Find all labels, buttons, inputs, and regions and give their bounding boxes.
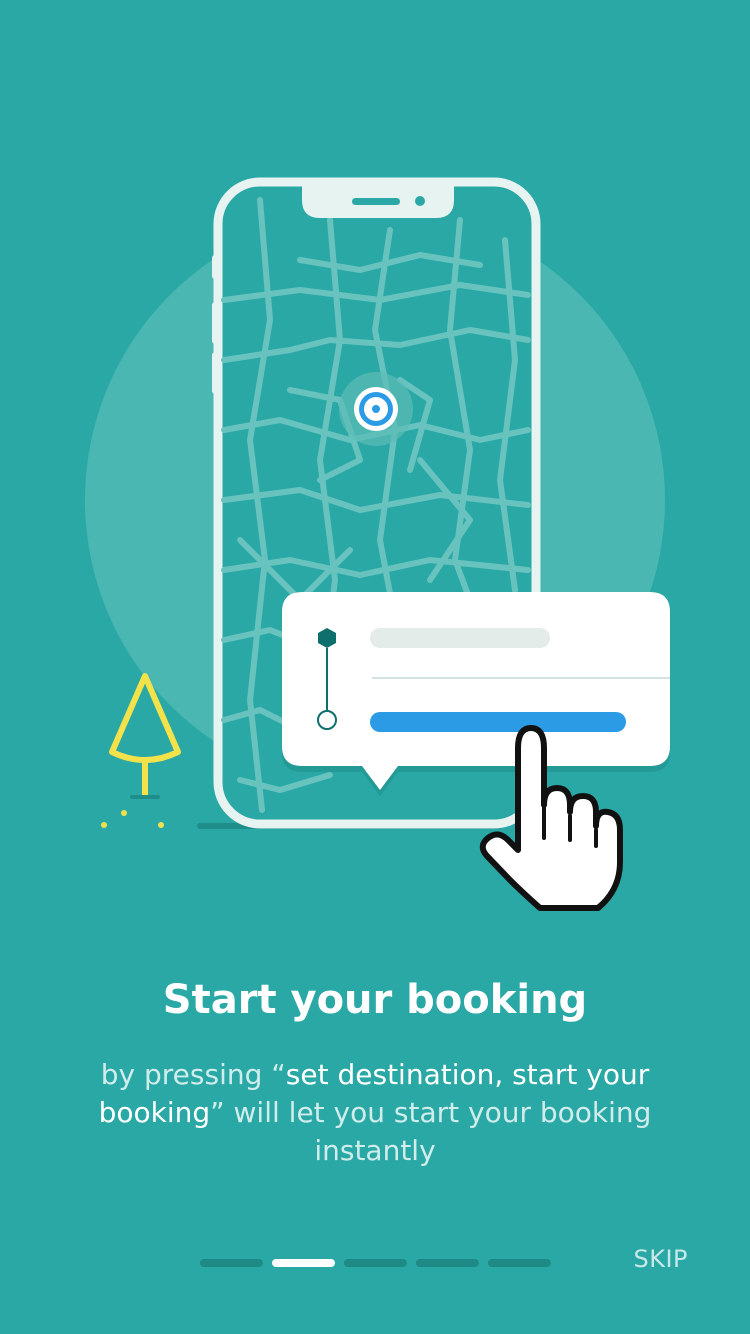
description-prefix: by pressing “ [100, 1058, 286, 1091]
skip-button[interactable]: SKIP [633, 1245, 688, 1273]
page-indicator [200, 1259, 551, 1267]
onboarding-screen: Start your booking by pressing “set dest… [0, 0, 750, 1334]
page-dot-4[interactable] [416, 1259, 479, 1267]
destination-field [370, 712, 626, 732]
description-suffix: ” will let you start your booking instan… [210, 1096, 652, 1167]
page-title: Start your booking [162, 977, 588, 1023]
page-dot-2-active[interactable] [272, 1259, 335, 1267]
page-dot-3[interactable] [344, 1259, 407, 1267]
origin-field [370, 628, 550, 648]
page-dot-5[interactable] [488, 1259, 551, 1267]
destination-marker-icon [317, 710, 337, 730]
location-marker-icon [339, 372, 413, 446]
page-dot-1[interactable] [200, 1259, 263, 1267]
booking-card [282, 592, 670, 796]
page-description: by pressing “set destination, start your… [95, 1056, 655, 1170]
booking-illustration [85, 177, 670, 911]
